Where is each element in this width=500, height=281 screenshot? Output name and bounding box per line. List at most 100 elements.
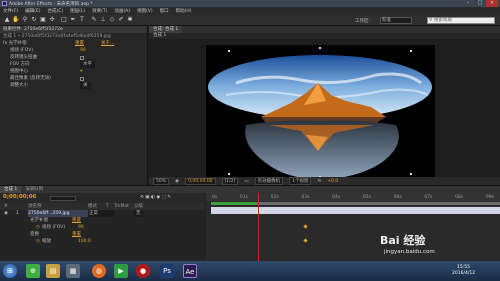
menu-composition[interactable]: 合成(C) xyxy=(47,8,63,14)
current-time-display[interactable]: 0;00;00;00 xyxy=(184,177,216,185)
media-player-icon[interactable]: ▶ xyxy=(114,264,128,278)
hand-tool-icon[interactable]: ✋ xyxy=(12,16,20,24)
media-app-icon[interactable]: ▦ xyxy=(66,264,80,278)
photoshop-icon[interactable]: Ps xyxy=(160,264,174,278)
workspace-dropdown[interactable]: 标准 xyxy=(380,17,412,24)
checkbox-icon[interactable] xyxy=(80,76,84,81)
tab-comp-1[interactable]: 合成 1 xyxy=(0,186,22,193)
transform-handle[interactable] xyxy=(410,50,412,52)
effect-property-row[interactable]: 视图中心 ⌖ xyxy=(0,68,147,75)
camera-tool-icon[interactable]: ▣ xyxy=(39,16,47,24)
transform-handle[interactable] xyxy=(410,173,412,175)
effect-property-row[interactable]: FOV 方向 水平 xyxy=(0,61,147,68)
timeline-search-input[interactable] xyxy=(50,196,76,201)
folder-icon[interactable]: ▤ xyxy=(46,264,60,278)
pan-behind-tool-icon[interactable]: ✣ xyxy=(48,16,56,24)
fov-direction-dropdown[interactable]: 水平 xyxy=(80,61,95,68)
system-clock[interactable]: 15:55 2016/4/12 xyxy=(452,265,475,277)
menu-animation[interactable]: 动画(A) xyxy=(114,8,130,14)
crosshair-icon[interactable]: ⌖ xyxy=(80,68,83,75)
menu-effect[interactable]: 效果(T) xyxy=(92,8,107,14)
region-of-interest-icon[interactable]: ▭ xyxy=(244,179,248,184)
resize-dropdown[interactable]: 关 xyxy=(80,82,91,89)
menu-layer[interactable]: 图层(L) xyxy=(70,8,85,14)
effect-property-row[interactable]: 视场 (FOV) 90 xyxy=(0,47,147,54)
rotate-tool-icon[interactable]: ↻ xyxy=(30,16,38,24)
composition-viewer[interactable] xyxy=(206,45,435,180)
layer-duration-bar[interactable] xyxy=(211,207,500,214)
parent-dropdown[interactable]: 无 xyxy=(134,210,143,217)
menu-edit[interactable]: 编辑(E) xyxy=(25,8,40,14)
app-icon xyxy=(2,1,7,6)
property-row[interactable]: 变换 重置 xyxy=(0,231,205,238)
reset-exposure-icon[interactable]: ⟲ xyxy=(317,179,321,184)
eye-icon[interactable]: ◉ xyxy=(0,210,16,217)
after-effects-taskbar-icon[interactable]: Ae xyxy=(183,264,197,278)
puppet-tool-icon[interactable]: ✱ xyxy=(126,16,134,24)
composition-footer: 50% ◉ 0;00;00;00 (1/2) ▭ 有效摄像机 1个视图 ⟲ +0… xyxy=(149,177,500,185)
property-label: FOV 方向 xyxy=(10,62,30,67)
time-ruler[interactable]: 0s 01s 02s 03s 04s 05s 06s 07s 08s 09s xyxy=(206,193,500,201)
property-value[interactable]: 100.0 xyxy=(78,238,91,245)
column-t: T xyxy=(106,204,109,209)
zoom-tool-icon[interactable]: ⚲ xyxy=(21,16,29,24)
transform-handle[interactable] xyxy=(319,47,321,49)
ruler-tick: 04s xyxy=(332,194,341,200)
minimize-button[interactable]: – xyxy=(462,0,474,7)
selection-tool-icon[interactable]: ▲ xyxy=(3,16,11,24)
tab-effect-controls[interactable]: 效果控件: 2750e6ff5f3272e xyxy=(0,26,147,33)
property-value[interactable]: 90 xyxy=(80,47,86,54)
menu-file[interactable]: 文件(F) xyxy=(3,8,18,14)
transform-handle[interactable] xyxy=(228,50,230,52)
transform-handle[interactable] xyxy=(228,173,230,175)
tab-render-queue[interactable]: 渲染队列 xyxy=(21,186,47,193)
camera-snapshot-icon[interactable]: ◉ xyxy=(175,179,179,184)
start-button-icon[interactable]: ⊞ xyxy=(3,264,17,278)
timecode-display[interactable]: 0;00;00;06 xyxy=(3,194,36,200)
property-row[interactable]: ◷ 视场 (FOV) 90 xyxy=(0,224,205,231)
pen-tool-icon[interactable]: ✒ xyxy=(69,16,77,24)
reset-link[interactable]: 重置 xyxy=(75,40,101,47)
playhead[interactable] xyxy=(258,193,259,262)
layer-mode-dropdown[interactable]: 正常 xyxy=(88,210,114,217)
resolution-dropdown[interactable]: (1/2) xyxy=(221,177,239,185)
type-tool-icon[interactable]: T xyxy=(78,16,86,24)
effect-property-row[interactable]: 调整大小 关 xyxy=(0,82,147,89)
effect-property-row[interactable]: 最佳像素 (反转无效) xyxy=(0,75,147,82)
active-camera-dropdown[interactable]: 有效摄像机 xyxy=(254,177,284,185)
exposure-value[interactable]: +0.0 xyxy=(327,179,338,184)
tab-composition[interactable]: 合成: 合成 1 xyxy=(149,26,183,33)
property-reset-link[interactable]: 重置 xyxy=(72,217,81,224)
360-app-icon[interactable]: ⊕ xyxy=(26,264,40,278)
brush-tool-icon[interactable]: ✎ xyxy=(90,16,98,24)
property-row[interactable]: 光学补偿 重置 xyxy=(0,217,205,224)
roto-brush-tool-icon[interactable]: ✐ xyxy=(117,16,125,24)
about-link[interactable]: 关于... xyxy=(101,40,114,47)
keyframe-marker[interactable] xyxy=(303,224,308,229)
zoom-dropdown[interactable]: 50% xyxy=(153,177,170,185)
view-layout-dropdown[interactable]: 1个视图 xyxy=(289,177,312,185)
maximize-button[interactable]: □ xyxy=(474,0,486,7)
keyframe-marker[interactable] xyxy=(303,238,308,243)
subtab-comp-1[interactable]: 合成 1 xyxy=(149,33,166,39)
effect-property-row[interactable]: 反转镜头扭曲 xyxy=(0,54,147,61)
menu-window[interactable]: 窗口 xyxy=(160,8,169,14)
timeline-switch-icons[interactable]: ⟲ ▣ ◐ ◉ ⬚ ✎ xyxy=(140,195,171,200)
rectangle-tool-icon[interactable]: □ xyxy=(60,16,68,24)
clone-stamp-tool-icon[interactable]: ⊥ xyxy=(99,16,107,24)
layer-name[interactable]: 2750e6ff...259.jpg xyxy=(28,210,88,217)
recorder-icon[interactable]: ● xyxy=(136,264,150,278)
close-button[interactable]: ✕ xyxy=(486,0,498,7)
effect-name[interactable]: fx 光学补偿 xyxy=(3,40,75,47)
menu-view[interactable]: 视图(V) xyxy=(137,8,153,14)
layer-row[interactable]: ◉ 1 2750e6ff...259.jpg 正常 无 xyxy=(0,210,205,217)
eraser-tool-icon[interactable]: ◇ xyxy=(108,16,116,24)
property-row[interactable]: ◷ 缩放 100.0 xyxy=(0,238,205,245)
menu-help[interactable]: 帮助(H) xyxy=(176,8,192,14)
property-reset-link[interactable]: 重置 xyxy=(72,231,81,238)
timeline-graph[interactable]: 0s 01s 02s 03s 04s 05s 06s 07s 08s 09s xyxy=(206,193,500,262)
firefox-icon[interactable]: ◍ xyxy=(92,264,106,278)
property-value[interactable]: 90 xyxy=(78,224,84,231)
search-help-input[interactable]: ⚲ 搜索帮助 xyxy=(427,17,495,24)
checkbox-icon[interactable] xyxy=(80,55,84,60)
